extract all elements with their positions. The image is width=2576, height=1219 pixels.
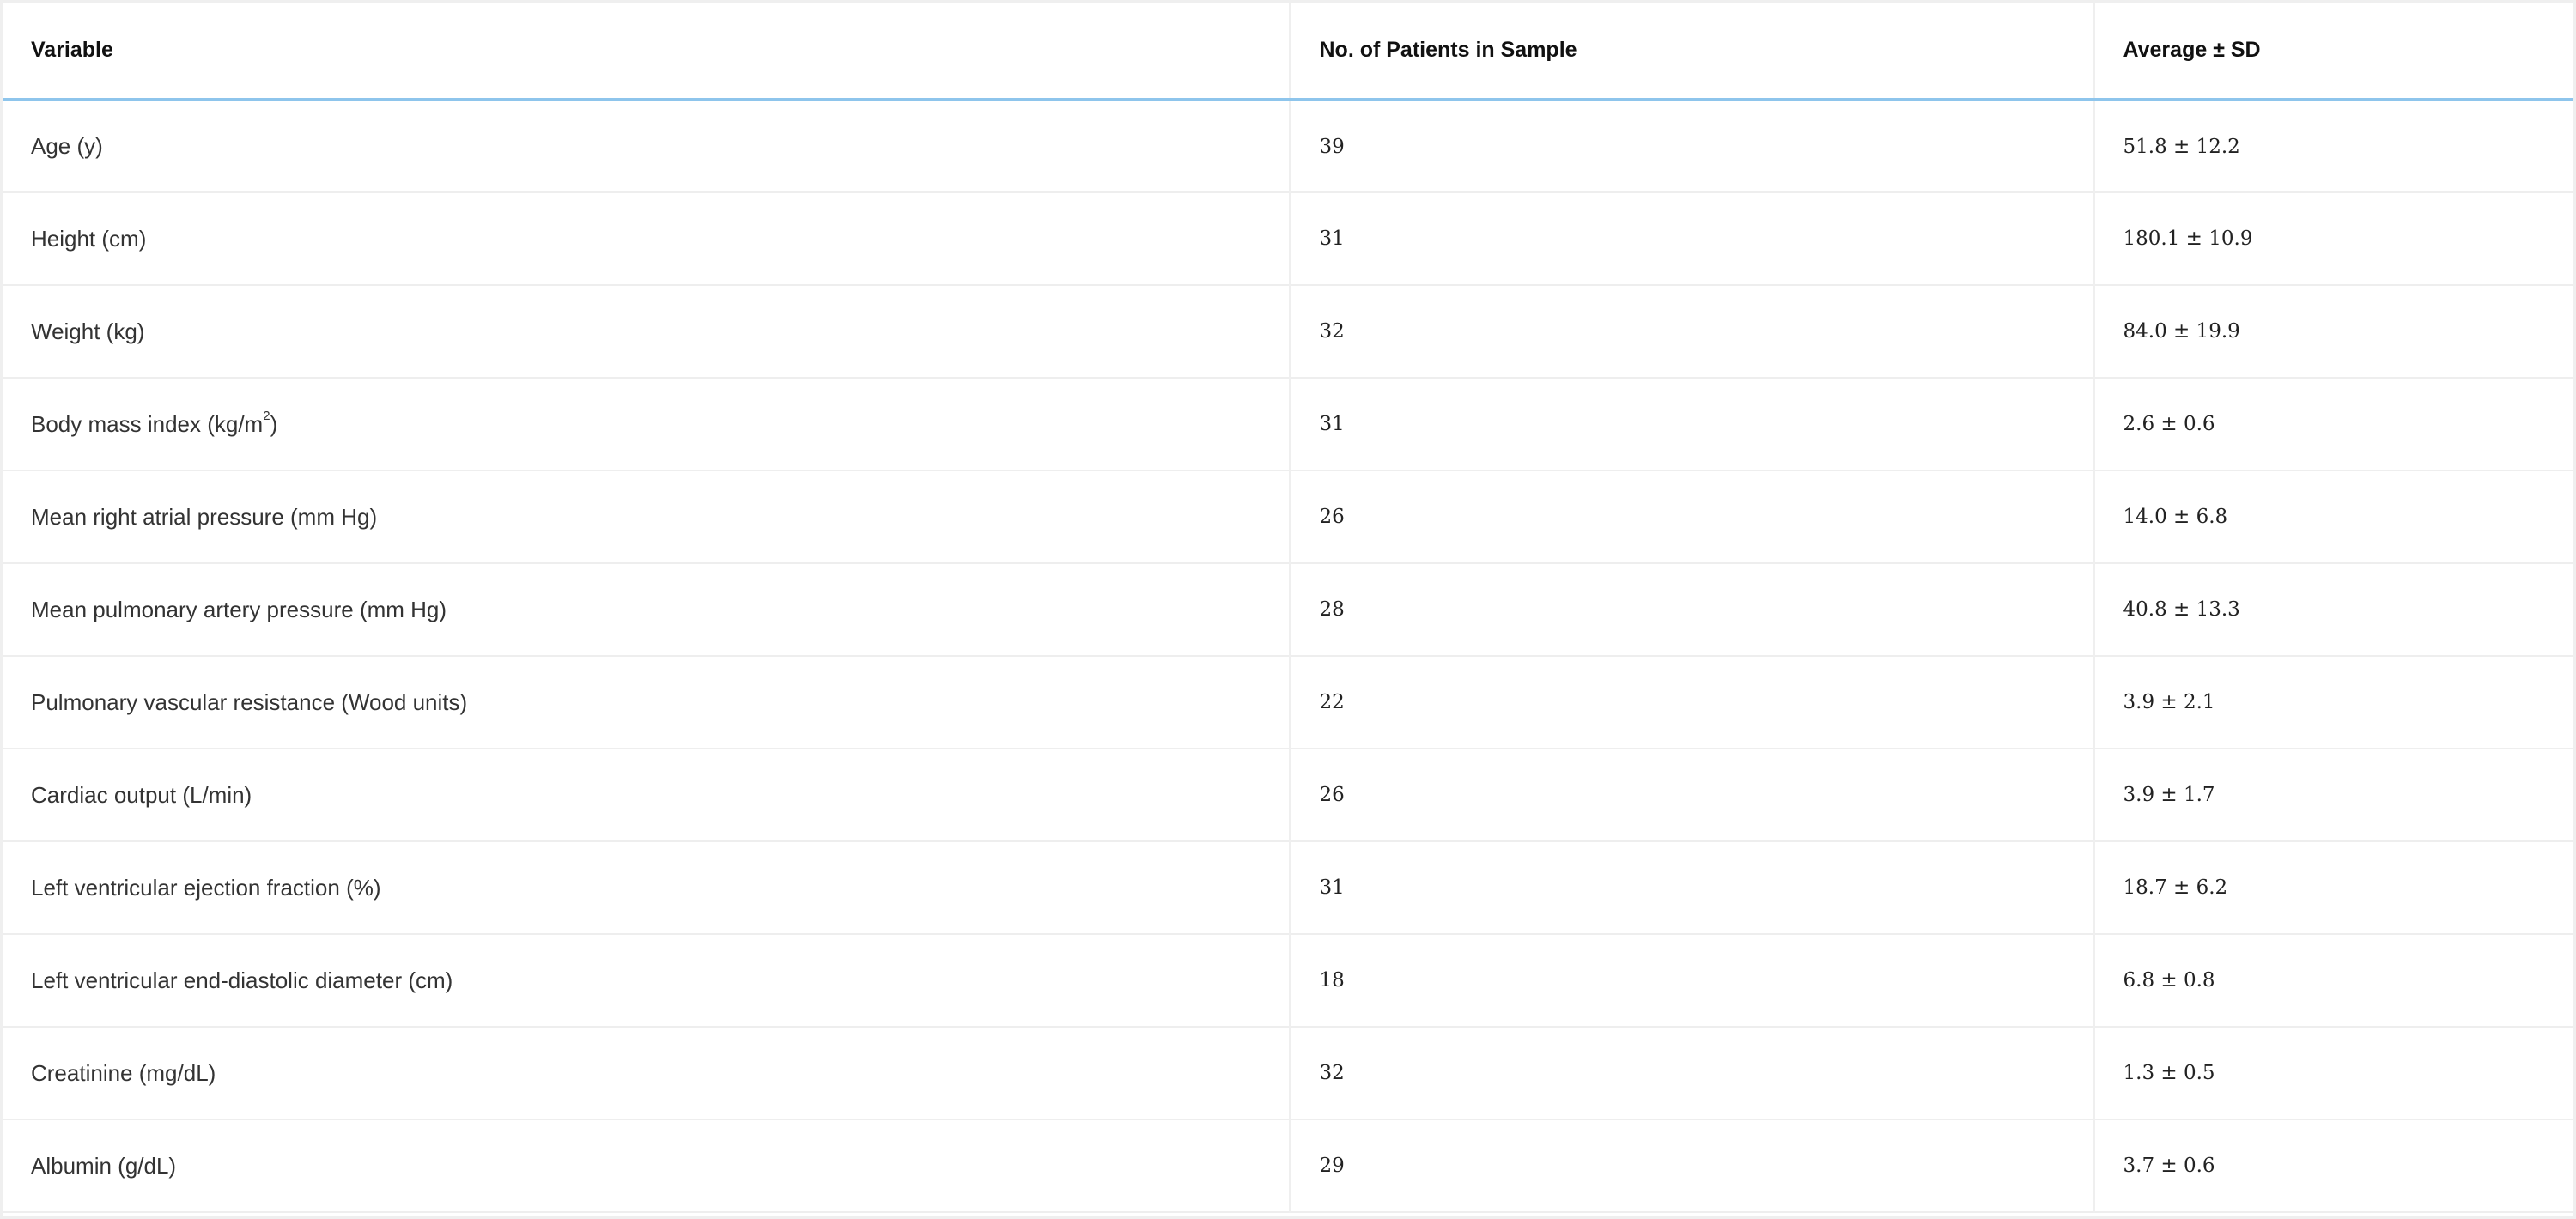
cell-average-sd: 6.8 ± 0.8 (2092, 934, 2573, 1028)
table-row: Left ventricular ejection fraction (%) 3… (3, 841, 2573, 935)
cell-average-sd: 14.0 ± 6.8 (2092, 470, 2573, 564)
table-row: Mean right atrial pressure (mm Hg) 26 14… (3, 470, 2573, 564)
superscript: 2 (263, 408, 270, 423)
table-header: Variable No. of Patients in Sample Avera… (3, 3, 2573, 101)
cell-patient-count: 31 (1288, 841, 2093, 935)
cell-patient-count: 29 (1288, 1119, 2093, 1213)
cell-patient-count: 39 (1288, 100, 2093, 193)
cell-average-sd: 40.8 ± 13.3 (2092, 563, 2573, 657)
cell-variable: Age (y) (3, 100, 1290, 193)
cell-variable: Mean right atrial pressure (mm Hg) (3, 470, 1290, 564)
cell-patient-count: 32 (1288, 285, 2093, 379)
cell-average-sd: 51.8 ± 12.2 (2092, 100, 2573, 193)
cell-average-sd: 18.7 ± 6.2 (2092, 841, 2573, 935)
cell-patient-count: 32 (1288, 1027, 2093, 1120)
cell-patient-count: 26 (1288, 470, 2093, 564)
cell-variable-suffix: ) (270, 410, 278, 437)
cell-variable: Body mass index (kg/m2) (3, 378, 1290, 471)
cell-patient-count: 22 (1288, 656, 2093, 749)
table-row: Creatinine (mg/dL) 32 1.3 ± 0.5 (3, 1027, 2573, 1120)
table-row: Height (cm) 31 180.1 ± 10.9 (3, 192, 2573, 286)
table-body: Age (y) 39 51.8 ± 12.2 Height (cm) 31 18… (3, 100, 2573, 1213)
cell-average-sd: 180.1 ± 10.9 (2092, 192, 2573, 286)
cell-patient-count: 18 (1288, 934, 2093, 1028)
cell-variable: Height (cm) (3, 192, 1290, 286)
cell-variable: Pulmonary vascular resistance (Wood unit… (3, 656, 1290, 749)
cell-average-sd: 3.7 ± 0.6 (2092, 1119, 2573, 1213)
cell-variable: Weight (kg) (3, 285, 1290, 379)
cell-average-sd: 2.6 ± 0.6 (2092, 378, 2573, 471)
table-row: Left ventricular end-diastolic diameter … (3, 934, 2573, 1028)
cell-patient-count: 31 (1288, 192, 2093, 286)
header-row: Variable No. of Patients in Sample Avera… (3, 3, 2573, 101)
cell-variable: Creatinine (mg/dL) (3, 1027, 1290, 1120)
table-row: Age (y) 39 51.8 ± 12.2 (3, 100, 2573, 193)
table-row: Body mass index (kg/m2) 31 2.6 ± 0.6 (3, 378, 2573, 471)
cell-variable: Left ventricular end-diastolic diameter … (3, 934, 1290, 1028)
cell-average-sd: 3.9 ± 2.1 (2092, 656, 2573, 749)
cell-average-sd: 1.3 ± 0.5 (2092, 1027, 2573, 1120)
cell-patient-count: 26 (1288, 749, 2093, 842)
cell-variable: Cardiac output (L/min) (3, 749, 1290, 842)
table-row: Albumin (g/dL) 29 3.7 ± 0.6 (3, 1119, 2573, 1213)
cell-average-sd: 3.9 ± 1.7 (2092, 749, 2573, 842)
table-row: Mean pulmonary artery pressure (mm Hg) 2… (3, 563, 2573, 657)
header-variable: Variable (3, 3, 1290, 101)
header-average-sd: Average ± SD (2092, 3, 2573, 101)
cell-patient-count: 31 (1288, 378, 2093, 471)
table-row: Pulmonary vascular resistance (Wood unit… (3, 656, 2573, 749)
cell-variable: Mean pulmonary artery pressure (mm Hg) (3, 563, 1290, 657)
header-patient-count: No. of Patients in Sample (1288, 3, 2093, 101)
cell-variable-text: Body mass index (kg/m (31, 410, 264, 437)
patient-characteristics-table: Variable No. of Patients in Sample Avera… (3, 3, 2573, 1213)
table-row: Cardiac output (L/min) 26 3.9 ± 1.7 (3, 749, 2573, 842)
data-table-container: Variable No. of Patients in Sample Avera… (0, 0, 2576, 1219)
cell-average-sd: 84.0 ± 19.9 (2092, 285, 2573, 379)
table-row: Weight (kg) 32 84.0 ± 19.9 (3, 285, 2573, 379)
cell-variable: Albumin (g/dL) (3, 1119, 1290, 1213)
cell-variable: Left ventricular ejection fraction (%) (3, 841, 1290, 935)
cell-patient-count: 28 (1288, 563, 2093, 657)
